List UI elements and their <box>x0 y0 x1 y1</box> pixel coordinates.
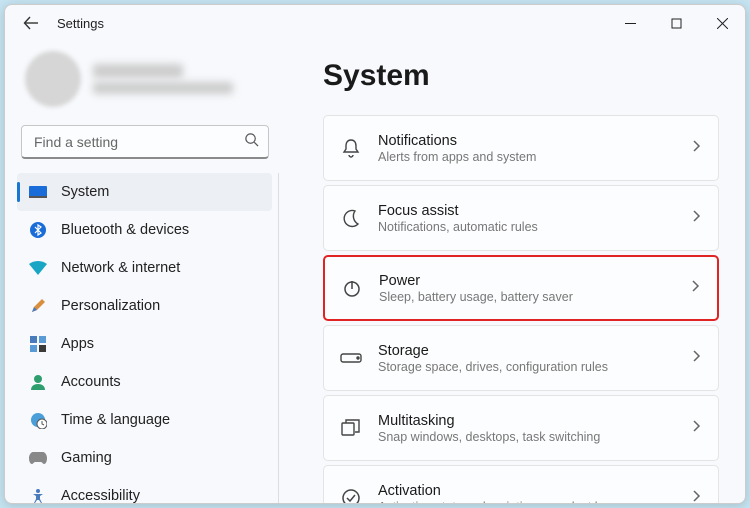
nav: System Bluetooth & devices Network & int… <box>17 173 279 503</box>
sidebar: System Bluetooth & devices Network & int… <box>5 41 285 503</box>
bluetooth-icon <box>29 221 47 239</box>
avatar <box>25 51 81 107</box>
minimize-button[interactable] <box>607 5 653 41</box>
card-power[interactable]: PowerSleep, battery usage, battery saver <box>323 255 719 321</box>
search-wrap <box>21 125 269 159</box>
card-title: Focus assist <box>378 203 690 219</box>
chevron-right-icon <box>690 139 702 157</box>
display-icon <box>29 183 47 201</box>
page-title: System <box>323 59 719 93</box>
chevron-right-icon <box>690 209 702 227</box>
card-subtitle: Alerts from apps and system <box>378 150 690 164</box>
nav-label: Personalization <box>61 298 160 314</box>
card-subtitle: Storage space, drives, configuration rul… <box>378 360 690 374</box>
nav-item-accounts[interactable]: Accounts <box>17 363 272 401</box>
card-storage[interactable]: StorageStorage space, drives, configurat… <box>323 325 719 391</box>
nav-item-personalization[interactable]: Personalization <box>17 287 272 325</box>
profile-section[interactable] <box>17 41 273 121</box>
nav-item-system[interactable]: System <box>17 173 272 211</box>
multitask-icon <box>340 417 362 439</box>
search-icon <box>244 132 259 152</box>
card-title: Notifications <box>378 133 690 149</box>
card-title: Multitasking <box>378 413 690 429</box>
card-focus-assist[interactable]: Focus assistNotifications, automatic rul… <box>323 185 719 251</box>
paintbrush-icon <box>29 297 47 315</box>
nav-item-bluetooth[interactable]: Bluetooth & devices <box>17 211 272 249</box>
card-multitasking[interactable]: MultitaskingSnap windows, desktops, task… <box>323 395 719 461</box>
nav-label: Apps <box>61 336 94 352</box>
nav-label: Bluetooth & devices <box>61 222 189 238</box>
window-controls <box>607 5 745 41</box>
nav-item-gaming[interactable]: Gaming <box>17 439 272 477</box>
nav-item-network[interactable]: Network & internet <box>17 249 272 287</box>
card-subtitle: Snap windows, desktops, task switching <box>378 430 690 444</box>
back-button[interactable] <box>19 11 43 35</box>
nav-label: Network & internet <box>61 260 180 276</box>
card-title: Storage <box>378 343 690 359</box>
nav-label: Accessibility <box>61 488 140 503</box>
settings-window: Settings <box>4 4 746 504</box>
maximize-button[interactable] <box>653 5 699 41</box>
search-input[interactable] <box>21 125 269 159</box>
nav-label: Gaming <box>61 450 112 466</box>
drive-icon <box>340 347 362 369</box>
titlebar: Settings <box>5 5 745 41</box>
close-button[interactable] <box>699 5 745 41</box>
card-title: Activation <box>378 483 690 499</box>
card-activation[interactable]: ActivationActivation state, subscription… <box>323 465 719 503</box>
window-title: Settings <box>57 16 104 31</box>
accessibility-icon <box>29 487 47 503</box>
card-notifications[interactable]: NotificationsAlerts from apps and system <box>323 115 719 181</box>
nav-item-time-language[interactable]: Time & language <box>17 401 272 439</box>
profile-name <box>93 64 183 78</box>
card-subtitle: Sleep, battery usage, battery saver <box>379 290 689 304</box>
nav-item-accessibility[interactable]: Accessibility <box>17 477 272 503</box>
chevron-right-icon <box>690 349 702 367</box>
gamepad-icon <box>29 449 47 467</box>
chevron-right-icon <box>690 419 702 437</box>
main-content: System NotificationsAlerts from apps and… <box>285 41 745 503</box>
nav-label: Time & language <box>61 412 170 428</box>
nav-label: Accounts <box>61 374 121 390</box>
globe-clock-icon <box>29 411 47 429</box>
apps-icon <box>29 335 47 353</box>
moon-icon <box>340 207 362 229</box>
person-icon <box>29 373 47 391</box>
profile-email <box>93 82 233 94</box>
chevron-right-icon <box>689 279 701 297</box>
card-title: Power <box>379 273 689 289</box>
card-subtitle: Activation state, subscriptions, product… <box>378 500 690 504</box>
bell-icon <box>340 137 362 159</box>
check-circle-icon <box>340 487 362 503</box>
nav-item-apps[interactable]: Apps <box>17 325 272 363</box>
card-subtitle: Notifications, automatic rules <box>378 220 690 234</box>
nav-label: System <box>61 184 109 200</box>
power-icon <box>341 277 363 299</box>
chevron-right-icon <box>690 489 702 503</box>
wifi-icon <box>29 259 47 277</box>
